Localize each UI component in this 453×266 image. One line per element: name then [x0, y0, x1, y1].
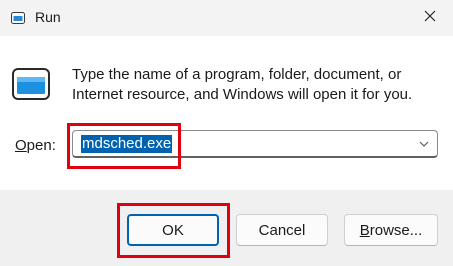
open-label: Open: [15, 137, 56, 154]
title-bar: Run [0, 0, 453, 36]
browse-rest: rowse... [369, 221, 423, 239]
open-label-rest: pen: [26, 137, 56, 154]
close-button[interactable] [407, 0, 453, 36]
chevron-down-icon[interactable] [417, 137, 431, 151]
dialog-content: Type the name of a program, folder, docu… [0, 36, 453, 190]
open-label-accel: O [15, 137, 27, 154]
dialog-footer: OK Cancel Browse... [0, 190, 453, 266]
cancel-button[interactable]: Cancel [236, 214, 328, 246]
run-icon [11, 11, 25, 24]
window-title: Run [35, 9, 61, 25]
browse-accel: B [359, 221, 370, 239]
open-input-value[interactable]: mdsched.exe [81, 135, 173, 153]
ok-button[interactable]: OK [127, 214, 219, 246]
open-combobox[interactable]: mdsched.exe [72, 130, 438, 158]
run-icon [12, 68, 50, 100]
close-icon [424, 9, 436, 27]
browse-button[interactable]: Browse... [344, 214, 438, 246]
instruction-text: Type the name of a program, folder, docu… [72, 66, 413, 103]
